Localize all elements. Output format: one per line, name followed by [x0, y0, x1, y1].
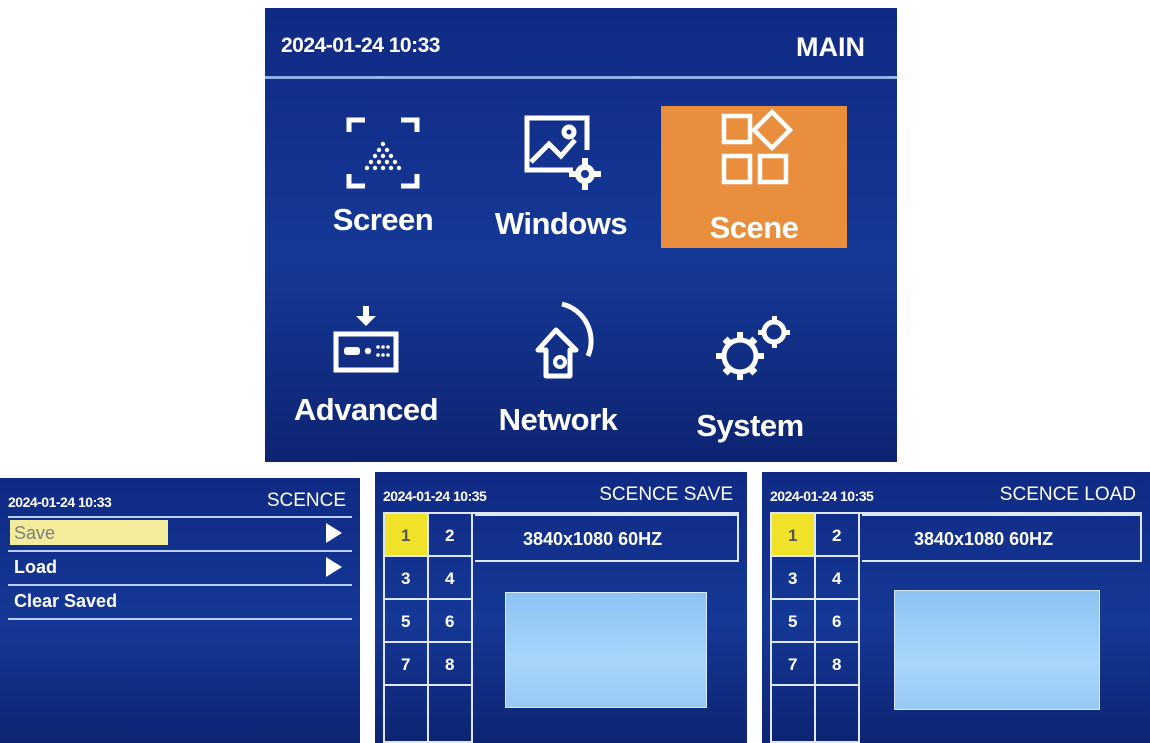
tile-advanced[interactable]: Advanced	[273, 288, 459, 438]
screen-icon	[346, 117, 420, 189]
slot-label: 4	[445, 569, 455, 588]
resolution-label: 3840x1080 60HZ	[523, 529, 663, 549]
scene-load-screen: 2024-01-24 10:35 SCENCE LOAD 1 2 3 4 5 6…	[762, 472, 1150, 743]
datetime-label: 2024-01-24 10:33	[281, 34, 440, 57]
slot-empty	[385, 686, 429, 743]
scene-save-screen: 2024-01-24 10:35 SCENCE SAVE 1 2 3 4 5 6…	[375, 472, 747, 743]
slot-label: 5	[401, 612, 411, 631]
tile-label: Windows	[494, 206, 628, 241]
slot-label: 5	[788, 612, 798, 631]
slot-label: 8	[832, 655, 842, 674]
screen-title: SCENCE LOAD	[999, 484, 1136, 505]
slot-1[interactable]: 1	[772, 514, 816, 557]
slot-label: 7	[401, 655, 411, 674]
datetime-label: 2024-01-24 10:35	[770, 488, 874, 504]
main-header: 2024-01-24 10:33 MAIN	[265, 8, 897, 79]
scene-save-header: 2024-01-24 10:35 SCENCE SAVE	[375, 472, 747, 510]
slot-label: 6	[445, 612, 455, 631]
slot-label: 3	[788, 569, 798, 588]
tile-label: Scene	[709, 210, 799, 245]
slot-6[interactable]: 6	[429, 600, 473, 643]
main-menu-screen: 2024-01-24 10:33 MAIN Screen Windows Sce…	[265, 8, 897, 462]
tile-label: Network	[498, 402, 618, 437]
slot-empty	[816, 686, 860, 743]
menu-item-clear-saved[interactable]: Clear Saved	[8, 584, 352, 620]
slot-label: 1	[788, 526, 798, 545]
menu-item-load[interactable]: Load	[8, 550, 352, 584]
menu-item-label: Clear Saved	[14, 591, 118, 611]
tile-windows[interactable]: Windows	[468, 96, 654, 246]
advanced-icon	[333, 306, 399, 373]
screen-title: SCENCE SAVE	[599, 484, 733, 505]
slot-1[interactable]: 1	[385, 514, 429, 557]
slot-8[interactable]: 8	[816, 643, 860, 686]
slot-5[interactable]: 5	[772, 600, 816, 643]
slot-empty	[429, 686, 473, 743]
slot-5[interactable]: 5	[385, 600, 429, 643]
slot-4[interactable]: 4	[816, 557, 860, 600]
slot-label: 1	[401, 526, 411, 545]
slot-label: 8	[445, 655, 455, 674]
tile-screen[interactable]: Screen	[290, 96, 476, 246]
slot-label: 2	[832, 526, 842, 545]
scene-header: 2024-01-24 10:33 SCENCE	[0, 478, 360, 516]
datetime-label: 2024-01-24 10:35	[383, 488, 487, 504]
tile-label: Screen	[332, 202, 434, 237]
slot-8[interactable]: 8	[429, 643, 473, 686]
slot-2[interactable]: 2	[429, 514, 473, 557]
screen-title: SCENCE	[266, 490, 346, 511]
resolution-panel: 3840x1080 60HZ	[475, 514, 739, 562]
tile-label: Advanced	[293, 392, 439, 427]
scene-icon	[721, 108, 794, 185]
slot-label: 3	[401, 569, 411, 588]
submenu-arrow-icon	[326, 557, 342, 577]
scene-menu-screen: 2024-01-24 10:33 SCENCE Save Load Clear …	[0, 478, 360, 743]
slot-grid: 1 2 3 4 5 6 7 8	[770, 514, 864, 743]
tile-scene[interactable]: Scene	[661, 106, 847, 248]
slot-empty	[772, 686, 816, 743]
menu-item-save[interactable]: Save	[8, 516, 352, 550]
menu-item-label: Save	[14, 523, 56, 543]
slot-3[interactable]: 3	[385, 557, 429, 600]
resolution-label: 3840x1080 60HZ	[914, 529, 1054, 549]
slot-label: 6	[832, 612, 842, 631]
screen-title: MAIN	[796, 32, 865, 62]
tile-label: System	[696, 408, 804, 443]
slot-label: 4	[832, 569, 842, 588]
slot-7[interactable]: 7	[772, 643, 816, 686]
slot-7[interactable]: 7	[385, 643, 429, 686]
slot-label: 7	[788, 655, 798, 674]
network-icon	[535, 301, 594, 379]
menu-item-label: Load	[14, 557, 57, 577]
slot-label: 2	[445, 526, 455, 545]
tile-network[interactable]: Network	[465, 286, 651, 437]
system-icon	[716, 316, 790, 380]
scene-load-header: 2024-01-24 10:35 SCENCE LOAD	[762, 472, 1150, 510]
slot-6[interactable]: 6	[816, 600, 860, 643]
scene-preview	[894, 590, 1100, 710]
resolution-panel: 3840x1080 60HZ	[862, 514, 1142, 562]
submenu-arrow-icon	[326, 523, 342, 543]
slot-2[interactable]: 2	[816, 514, 860, 557]
slot-grid: 1 2 3 4 5 6 7 8	[383, 514, 477, 743]
scene-menu-list: Save Load Clear Saved	[8, 516, 352, 620]
slot-3[interactable]: 3	[772, 557, 816, 600]
scene-preview	[505, 592, 707, 708]
windows-icon	[524, 115, 601, 190]
slot-4[interactable]: 4	[429, 557, 473, 600]
datetime-label: 2024-01-24 10:33	[8, 494, 112, 510]
tile-system[interactable]: System	[657, 292, 843, 443]
